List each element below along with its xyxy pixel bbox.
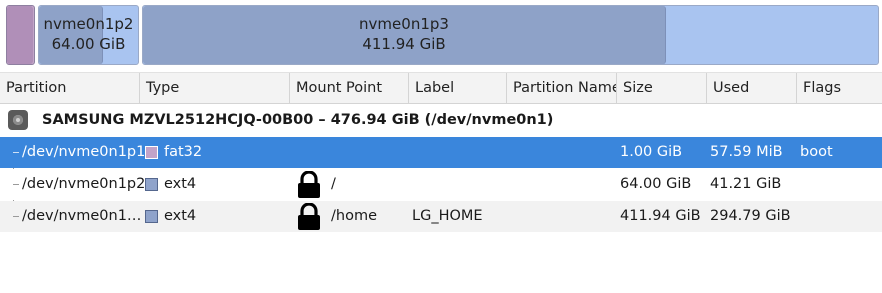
segment-size: 411.94 GiB [362, 35, 446, 53]
partition-segment-p3[interactable]: nvme0n1p3 411.94 GiB [142, 5, 879, 65]
column-header-label[interactable]: Label [409, 73, 507, 104]
column-header-type[interactable]: Type [140, 73, 290, 104]
segment-name: nvme0n1p2 [43, 15, 134, 33]
partition-path: /dev/nvme0n1… [22, 208, 142, 224]
column-header-flags[interactable]: Flags [797, 73, 882, 104]
fs-color-swatch [145, 178, 158, 191]
partition-flags: boot [800, 144, 833, 160]
column-header-partition[interactable]: Partition [0, 73, 140, 104]
fs-type: fat32 [164, 144, 203, 160]
partition-used: 41.21 GiB [710, 176, 782, 192]
partition-path: /dev/nvme0n1p2 [22, 176, 146, 192]
segment-label: nvme0n1p2 64.00 GiB [39, 14, 138, 54]
tree-branch [13, 152, 19, 153]
partition-used: 57.59 MiB [710, 144, 783, 160]
column-header-used[interactable]: Used [707, 73, 797, 104]
partition-label: LG_HOME [412, 208, 483, 224]
table-row-nvme0n1p3[interactable]: /dev/nvme0n1… ext4 /home LG_HOME 411.94 … [0, 201, 882, 232]
segment-name: nvme0n1p3 [359, 15, 449, 33]
segment-label: nvme0n1p3 411.94 GiB [143, 14, 665, 54]
column-header-partition-name[interactable]: Partition Name [507, 73, 617, 104]
column-header-mount-point[interactable]: Mount Point [290, 73, 409, 104]
table-header: Partition Type Mount Point Label Partiti… [0, 72, 882, 104]
partition-used: 294.79 GiB [710, 208, 791, 224]
disk-row[interactable]: SAMSUNG MZVL2512HCJQ-00B00 – 476.94 GiB … [0, 104, 882, 136]
disk-title: SAMSUNG MZVL2512HCJQ-00B00 – 476.94 GiB … [42, 112, 554, 128]
segment-size: 64.00 GiB [51, 35, 126, 53]
lock-icon [298, 171, 320, 198]
mount-point: /home [331, 208, 377, 224]
mount-point: / [331, 176, 336, 192]
partition-size: 1.00 GiB [620, 144, 683, 160]
column-header-size[interactable]: Size [617, 73, 707, 104]
partition-size: 411.94 GiB [620, 208, 701, 224]
lock-icon [298, 203, 320, 230]
partition-path: /dev/nvme0n1p1 [22, 144, 146, 160]
fs-color-swatch [145, 146, 158, 159]
partition-segment-p1[interactable] [6, 5, 35, 65]
table-row-nvme0n1p1[interactable]: /dev/nvme0n1p1 fat32 1.00 GiB 57.59 MiB … [0, 137, 882, 168]
used-space-bar [7, 6, 33, 64]
tree-branch [13, 184, 19, 185]
table-row-nvme0n1p2[interactable]: /dev/nvme0n1p2 ext4 / 64.00 GiB 41.21 Gi… [0, 169, 882, 200]
partition-size: 64.00 GiB [620, 176, 692, 192]
tree-branch [13, 216, 19, 217]
disk-icon [8, 110, 28, 130]
fs-type: ext4 [164, 176, 197, 192]
partition-segment-p2[interactable]: nvme0n1p2 64.00 GiB [38, 5, 139, 65]
fs-type: ext4 [164, 208, 197, 224]
fs-color-swatch [145, 210, 158, 223]
disk-map[interactable]: nvme0n1p2 64.00 GiB nvme0n1p3 411.94 GiB [0, 0, 882, 70]
